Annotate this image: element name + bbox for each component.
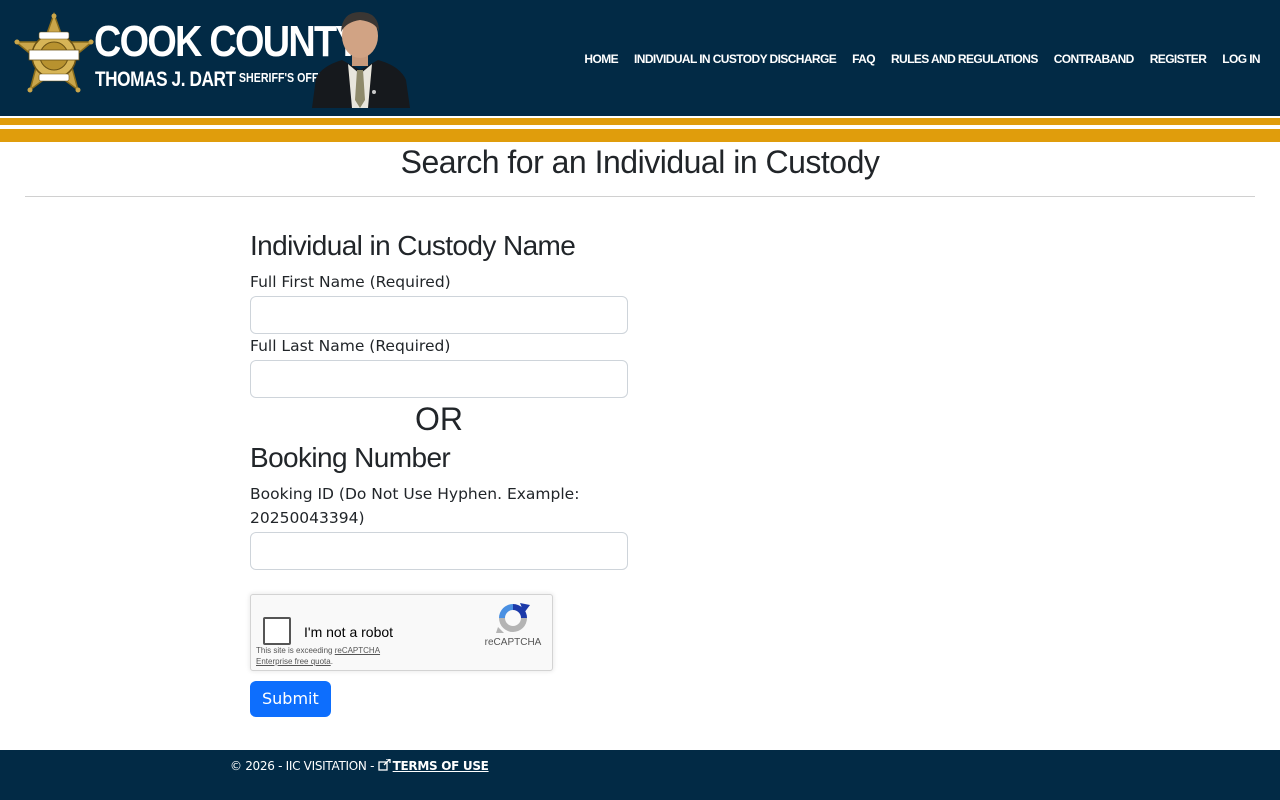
booking-section-heading: Booking Number <box>250 442 451 473</box>
gold-stripe-thin <box>0 118 1280 125</box>
or-separator: OR <box>415 401 463 437</box>
recaptcha-checkbox[interactable] <box>263 617 291 645</box>
page-title: Search for an Individual in Custody <box>400 144 880 180</box>
footer-copyright: © 2026 - IIC VISITATION - <box>230 759 378 773</box>
recaptcha-note-suffix: . <box>330 657 333 666</box>
last-name-label: Full Last Name (Required) <box>250 337 451 355</box>
nav-individual-in-custody-discharge[interactable]: INDIVIDUAL IN CUSTODY DISCHARGE <box>634 52 837 66</box>
recaptcha-quota-note: This site is exceeding reCAPTCHA Enterpr… <box>256 645 416 667</box>
nav-register[interactable]: REGISTER <box>1150 52 1207 66</box>
booking-id-label: Booking ID (Do Not Use Hyphen. Example: … <box>250 485 580 527</box>
search-form: Individual in Custody Name Full First Na… <box>250 228 628 717</box>
site-header: COOK COUNTY THOMAS J. DART SHERIFF'S OFFI… <box>0 0 1280 116</box>
title-divider <box>25 196 1255 197</box>
nav-faq[interactable]: FAQ <box>852 52 875 66</box>
brand-subtitle: THOMAS J. DART SHERIFF'S OFFICE <box>95 68 336 92</box>
nav-log-in[interactable]: LOG IN <box>1222 52 1260 66</box>
recaptcha-label: I'm not a robot <box>304 624 394 640</box>
first-name-input[interactable] <box>250 296 628 334</box>
footer-text: © 2026 - IIC VISITATION - TERMS OF USE <box>230 758 489 773</box>
main-nav: HOME INDIVIDUAL IN CUSTODY DISCHARGE FAQ… <box>584 50 1260 68</box>
recaptcha-widget: I'm not a robot This site is exceeding r… <box>250 594 553 671</box>
sheriff-name: THOMAS J. DART <box>95 68 236 91</box>
name-section-heading: Individual in Custody Name <box>250 230 576 261</box>
nav-rules-and-regulations[interactable]: RULES AND REGULATIONS <box>891 52 1038 66</box>
external-link-icon <box>377 758 391 771</box>
site-footer: © 2026 - IIC VISITATION - TERMS OF USE <box>0 750 1280 800</box>
recaptcha-brand: reCAPTCHA <box>484 637 542 648</box>
nav-home[interactable]: HOME <box>584 52 618 66</box>
submit-button[interactable]: Submit <box>250 681 331 717</box>
sheriff-star-badge-icon <box>14 12 94 93</box>
gold-stripe-thick <box>0 129 1280 142</box>
nav-contraband[interactable]: CONTRABAND <box>1054 52 1135 66</box>
booking-id-input[interactable] <box>250 532 628 570</box>
first-name-label: Full First Name (Required) <box>250 273 451 291</box>
site-logo[interactable]: COOK COUNTY THOMAS J. DART SHERIFF'S OFFI… <box>12 8 412 108</box>
terms-of-use-link[interactable]: TERMS OF USE <box>393 759 489 773</box>
last-name-input[interactable] <box>250 360 628 398</box>
recaptcha-logo-icon <box>496 603 530 633</box>
recaptcha-note-prefix: This site is exceeding <box>256 646 335 655</box>
sheriff-portrait <box>312 12 410 108</box>
